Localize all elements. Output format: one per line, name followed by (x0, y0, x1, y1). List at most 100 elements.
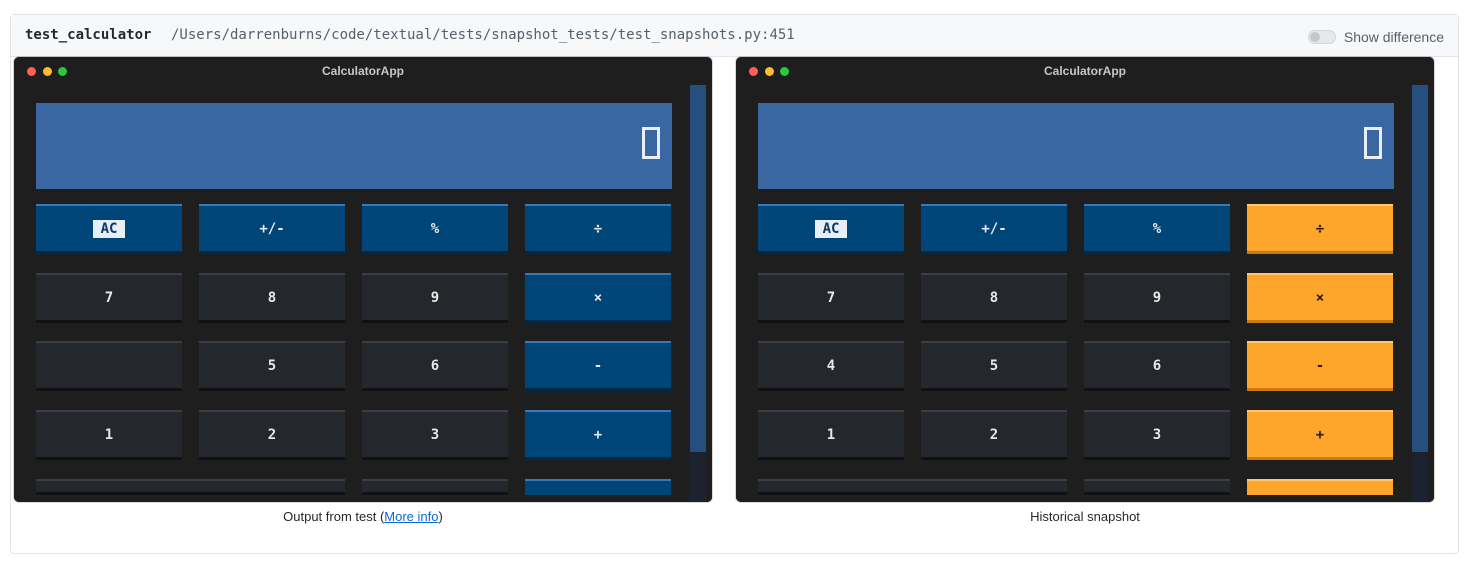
output-caption: Output from test (More info) (14, 509, 712, 524)
number-9-button[interactable]: 9 (1084, 273, 1230, 323)
vertical-scrollbar[interactable] (1412, 85, 1428, 452)
number-1-button[interactable]: 1 (36, 410, 182, 460)
window-title: CalculatorApp (321, 64, 404, 78)
number-6-button[interactable]: 6 (1084, 341, 1230, 391)
ac-button[interactable]: AC (36, 204, 182, 254)
button-label: 9 (1152, 289, 1162, 306)
button-label: AC (92, 219, 126, 238)
number-8-button[interactable]: 8 (199, 273, 345, 323)
number-0-button[interactable] (758, 479, 1067, 495)
button-label: 8 (989, 289, 999, 306)
window-titlebar: CalculatorApp (736, 57, 1434, 85)
window-titlebar: CalculatorApp (14, 57, 712, 85)
button-label: % (1152, 220, 1162, 237)
button-label: 2 (267, 426, 277, 443)
button-label: 9 (430, 289, 440, 306)
window-edge (706, 85, 712, 502)
window-edge (1428, 85, 1434, 502)
caption-suffix: ) (438, 509, 443, 524)
number-8-button[interactable]: 8 (921, 273, 1067, 323)
equals-button[interactable] (525, 479, 671, 495)
button-label: 4 (826, 357, 836, 374)
number-3-button[interactable]: 3 (362, 410, 508, 460)
plus-minus-button[interactable]: +/- (199, 204, 345, 254)
button-label: ÷ (593, 220, 603, 237)
terminal-window: CalculatorApp AC +/- % ÷ 7 8 9 × 4 5 6 -… (736, 57, 1434, 502)
historical-caption: Historical snapshot (1030, 509, 1140, 524)
equals-button[interactable] (1247, 479, 1393, 495)
test-path: /Users/darrenburns/code/textual/tests/sn… (171, 27, 795, 43)
button-label: - (593, 357, 603, 374)
scrollbar-track[interactable] (1412, 452, 1428, 502)
decimal-button[interactable] (1084, 479, 1230, 495)
show-difference-toggle[interactable]: Show difference (1307, 27, 1444, 47)
number-9-button[interactable]: 9 (362, 273, 508, 323)
output-panel: CalculatorApp AC +/- % ÷ 7 8 9 × 5 6 - 1… (14, 57, 712, 524)
toggle-switch[interactable] (1307, 30, 1336, 44)
number-5-button[interactable]: 5 (199, 341, 345, 391)
number-4-button[interactable] (36, 341, 182, 391)
plus-button[interactable]: + (525, 410, 671, 460)
divide-button[interactable]: ÷ (525, 204, 671, 254)
vertical-scrollbar[interactable] (690, 85, 706, 452)
button-label: 2 (989, 426, 999, 443)
multiply-button[interactable]: × (1247, 273, 1393, 323)
plus-button[interactable]: + (1247, 410, 1393, 460)
button-label: +/- (981, 220, 1007, 237)
test-name: test_calculator (25, 27, 152, 43)
decimal-button[interactable] (362, 479, 508, 495)
calculator-app: AC +/- % ÷ 7 8 9 × 4 5 6 - 1 2 3 + (736, 85, 1434, 502)
button-label: + (593, 426, 603, 443)
caption-prefix: Output from test ( (283, 509, 385, 524)
window-title: CalculatorApp (1043, 64, 1126, 78)
number-6-button[interactable]: 6 (362, 341, 508, 391)
button-label: + (1315, 426, 1325, 443)
button-label: +/- (259, 220, 285, 237)
button-label: % (430, 220, 440, 237)
button-label: × (593, 289, 603, 306)
divide-button[interactable]: ÷ (1247, 204, 1393, 254)
button-label: 6 (1152, 357, 1162, 374)
minus-button[interactable]: - (1247, 341, 1393, 391)
button-label: 8 (267, 289, 277, 306)
percent-button[interactable]: % (1084, 204, 1230, 254)
toggle-label: Show difference (1343, 29, 1444, 45)
calculator-display (758, 103, 1394, 189)
button-label: 7 (826, 289, 836, 306)
number-4-button[interactable]: 4 (758, 341, 904, 391)
minus-button[interactable]: - (525, 341, 671, 391)
number-0-button[interactable] (36, 479, 345, 495)
percent-button[interactable]: % (362, 204, 508, 254)
number-7-button[interactable]: 7 (758, 273, 904, 323)
button-label: 5 (989, 357, 999, 374)
button-label: - (1315, 357, 1325, 374)
historical-panel: CalculatorApp AC +/- % ÷ 7 8 9 × 4 5 6 -… (736, 57, 1434, 524)
button-label: 7 (104, 289, 114, 306)
button-label: × (1315, 289, 1325, 306)
ac-button[interactable]: AC (758, 204, 904, 254)
calculator-display (36, 103, 672, 189)
scrollbar-track[interactable] (690, 452, 706, 502)
button-label: 3 (1152, 426, 1162, 443)
button-label: 5 (267, 357, 277, 374)
multiply-button[interactable]: × (525, 273, 671, 323)
button-label: ÷ (1315, 220, 1325, 237)
button-label: 6 (430, 357, 440, 374)
number-1-button[interactable]: 1 (758, 410, 904, 460)
more-info-link[interactable]: More info (384, 509, 438, 524)
button-label: 3 (430, 426, 440, 443)
card-header: test_calculator /Users/darrenburns/code/… (11, 15, 1458, 57)
terminal-window: CalculatorApp AC +/- % ÷ 7 8 9 × 5 6 - 1… (14, 57, 712, 502)
display-cursor-icon (642, 127, 660, 159)
number-2-button[interactable]: 2 (199, 410, 345, 460)
button-label: 1 (826, 426, 836, 443)
display-cursor-icon (1364, 127, 1382, 159)
plus-minus-button[interactable]: +/- (921, 204, 1067, 254)
number-3-button[interactable]: 3 (1084, 410, 1230, 460)
number-7-button[interactable]: 7 (36, 273, 182, 323)
number-5-button[interactable]: 5 (921, 341, 1067, 391)
button-label: AC (814, 219, 848, 238)
number-2-button[interactable]: 2 (921, 410, 1067, 460)
button-label: 1 (104, 426, 114, 443)
calculator-app: AC +/- % ÷ 7 8 9 × 5 6 - 1 2 3 + (14, 85, 712, 502)
